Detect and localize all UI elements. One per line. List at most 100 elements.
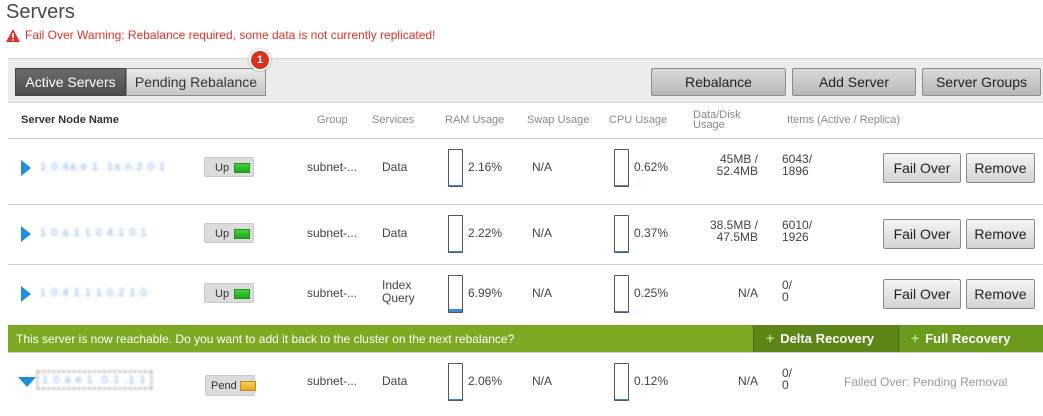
add-server-button[interactable]: Add Server <box>792 68 916 96</box>
header-ram-usage[interactable]: RAM Usage <box>445 114 504 126</box>
cpu-usage-value: 0.37% <box>634 226 669 240</box>
ram-gauge-fill <box>449 185 462 186</box>
status-badge: Up <box>204 157 254 177</box>
rebalance-button[interactable]: Rebalance <box>651 68 786 96</box>
services-cell: Data <box>382 374 408 388</box>
ram-usage-value: 2.22% <box>468 226 503 240</box>
server-row: 1 0.a.e 1 .0.1 .1 1 Pend subnet-... Data… <box>8 352 1043 416</box>
expand-arrow-icon[interactable] <box>21 226 31 242</box>
swap-usage-value: N/A <box>532 226 553 240</box>
ram-usage-value: 2.16% <box>468 160 503 174</box>
disk-usage-value: 45MB /52.4MB <box>692 153 758 177</box>
cpu-gauge-fill <box>615 251 628 252</box>
status-label: Pend <box>211 380 237 392</box>
server-table-header: Server Node Name Group Services RAM Usag… <box>8 104 1043 138</box>
cpu-gauge <box>614 215 629 253</box>
plus-icon: + <box>911 330 920 346</box>
cpu-usage-value: 0.62% <box>634 160 669 174</box>
ram-gauge <box>448 149 463 187</box>
server-node-name[interactable]: 1 0.a.e 1 .0.1 .1 1 <box>37 371 152 389</box>
delta-recovery-button[interactable]: + Delta Recovery <box>753 325 898 352</box>
server-node-name[interactable]: 1 0.4 1.1 1.0.2 1.0 <box>40 287 148 299</box>
disk-usage-value: N/A <box>737 286 758 300</box>
cpu-gauge-fill <box>615 185 628 186</box>
status-label: Up <box>215 228 230 240</box>
delta-recovery-label: Delta Recovery <box>780 331 875 346</box>
cpu-gauge <box>614 149 629 187</box>
remove-button[interactable]: Remove <box>966 219 1035 249</box>
failed-over-note: Failed Over: Pending Removal <box>844 375 1008 389</box>
ram-gauge <box>448 215 463 253</box>
group-cell: subnet-... <box>307 160 358 174</box>
group-cell: subnet-... <box>307 374 358 388</box>
status-badge: Pend <box>205 375 256 396</box>
remove-button[interactable]: Remove <box>966 153 1035 183</box>
cpu-usage-value: 0.12% <box>634 374 669 388</box>
disk-usage-value: N/A <box>737 374 758 388</box>
plus-icon: + <box>766 330 775 346</box>
servers-toolbar: Active Servers Pending Rebalance Rebalan… <box>8 58 1043 103</box>
expand-arrow-icon[interactable] <box>21 286 31 302</box>
full-recovery-label: Full Recovery <box>925 331 1011 346</box>
header-disk-line-2: Usage <box>693 119 725 131</box>
server-groups-button[interactable]: Server Groups <box>922 68 1041 96</box>
swap-usage-value: N/A <box>532 160 553 174</box>
header-services[interactable]: Services <box>372 114 414 126</box>
items-value: 6010/1926 <box>782 219 812 243</box>
fail-over-button[interactable]: Fail Over <box>883 279 961 309</box>
full-recovery-button[interactable]: + Full Recovery <box>898 325 1043 352</box>
failover-warning: Fail Over Warning: Rebalance required, s… <box>6 28 435 42</box>
header-data-disk-usage[interactable]: Data/Disk Usage <box>693 110 741 131</box>
cpu-gauge <box>614 275 629 313</box>
status-badge: Up <box>204 283 254 303</box>
header-server-node-name[interactable]: Server Node Name <box>21 114 119 126</box>
header-swap-usage[interactable]: Swap Usage <box>527 114 589 126</box>
server-node-name[interactable]: 1 0.4a.e 1 .1a.n.2.0 1 <box>40 161 166 173</box>
server-row: 1 0.a.1 1.0 4.1 0.1 Up subnet-... Data 2… <box>8 204 1043 263</box>
status-badge: Up <box>204 223 254 243</box>
swap-usage-value: N/A <box>532 374 553 388</box>
cpu-gauge <box>614 363 629 401</box>
ram-usage-value: 6.99% <box>468 286 503 300</box>
tab-pending-rebalance[interactable]: Pending Rebalance <box>126 68 266 96</box>
status-led-icon <box>234 289 250 299</box>
cpu-gauge-fill <box>615 399 628 400</box>
swap-usage-value: N/A <box>532 286 553 300</box>
ram-gauge-fill <box>449 309 462 312</box>
server-row: 1 0.4a.e 1 .1a.n.2.0 1 Up subnet-... Dat… <box>8 138 1043 197</box>
items-replica: 1896 <box>782 164 809 178</box>
status-led-icon <box>240 381 256 391</box>
tab-active-servers[interactable]: Active Servers <box>15 68 126 96</box>
warning-icon <box>6 28 20 42</box>
cpu-usage-value: 0.25% <box>634 286 669 300</box>
disk-total: 52.4MB <box>716 164 758 178</box>
status-led-icon <box>234 163 250 173</box>
service-query: Query <box>382 291 415 305</box>
services-cell: Data <box>382 160 408 174</box>
group-cell: subnet-... <box>307 226 358 240</box>
expand-arrow-icon[interactable] <box>21 160 31 176</box>
ram-gauge-fill <box>449 399 462 400</box>
ram-usage-value: 2.06% <box>468 374 503 388</box>
pending-count-badge: 1 <box>249 49 271 71</box>
items-value: 0/0 <box>782 367 792 391</box>
items-replica: 0 <box>782 378 789 392</box>
disk-usage-value: 38.5MB /47.5MB <box>692 219 758 243</box>
warning-text: Fail Over Warning: Rebalance required, s… <box>25 28 436 42</box>
disk-total: 47.5MB <box>716 230 758 244</box>
items-value: 0/0 <box>782 279 792 303</box>
header-cpu-usage[interactable]: CPU Usage <box>609 114 667 126</box>
remove-button[interactable]: Remove <box>966 279 1035 309</box>
header-group[interactable]: Group <box>317 114 348 126</box>
fail-over-button[interactable]: Fail Over <box>883 219 961 249</box>
fail-over-button[interactable]: Fail Over <box>883 153 961 183</box>
header-items[interactable]: Items (Active / Replica) <box>787 114 900 126</box>
ram-gauge-fill <box>449 251 462 252</box>
status-label: Up <box>215 288 230 300</box>
cpu-gauge-fill <box>615 311 628 312</box>
server-row: 1 0.4 1.1 1.0.2 1.0 Up subnet-... Index Q… <box>8 264 1043 323</box>
recovery-message: This server is now reachable. Do you wan… <box>16 332 515 346</box>
collapse-arrow-icon[interactable] <box>18 377 36 387</box>
server-node-name[interactable]: 1 0.a.1 1.0 4.1 0.1 <box>40 227 148 239</box>
page-title: Servers <box>6 1 75 23</box>
